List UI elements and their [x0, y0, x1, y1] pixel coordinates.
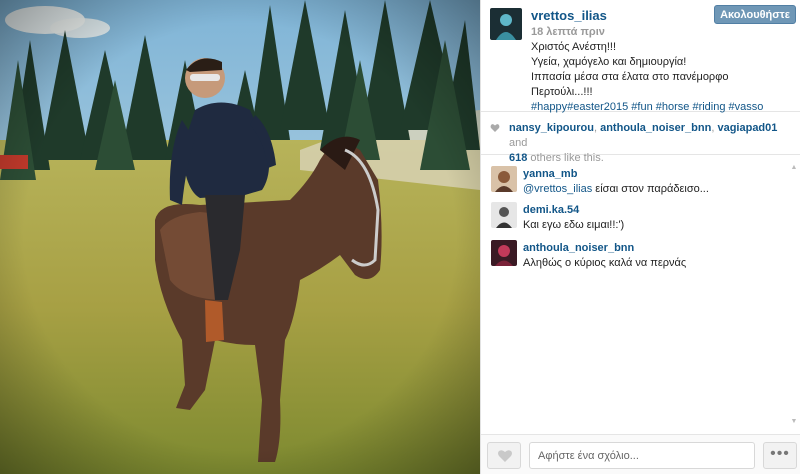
- comment-footer: •••: [481, 434, 800, 474]
- comment-body: είσαι στον παράδεισο...: [592, 183, 709, 195]
- post-caption: Χριστός Ανέστη!!! Υγεία, χαμόγελο και δη…: [531, 40, 791, 115]
- author-avatar[interactable]: [490, 8, 522, 40]
- comment-item: demi.ka.54 Και εγω εδω ειμαι!!:'): [481, 202, 781, 232]
- comments-scrollbar[interactable]: ▲ ▼: [790, 164, 798, 426]
- comment-input[interactable]: [529, 442, 755, 469]
- likes-and: and: [509, 137, 528, 149]
- post-image: [0, 0, 480, 474]
- comment-mention[interactable]: @vrettos_ilias: [523, 183, 592, 195]
- liker-link[interactable]: anthoula_noiser_bnn: [600, 122, 711, 134]
- post-details-panel: vrettos_ilias 18 λεπτά πριν Ακολουθήστε …: [480, 0, 800, 474]
- more-options-button[interactable]: •••: [763, 442, 797, 469]
- comments-list: yanna_mb @vrettos_ilias είσαι στον παράδ…: [481, 156, 800, 432]
- commenter-avatar[interactable]: [491, 202, 517, 228]
- like-button[interactable]: [487, 442, 521, 469]
- comment-text: Αληθώς ο κύριος καλά να περνάς: [523, 257, 687, 269]
- scroll-down-icon[interactable]: ▼: [790, 418, 798, 426]
- caption-line: Ιππασία μέσα στα έλατα στο πανέμορφο Περ…: [531, 71, 729, 98]
- post-header: vrettos_ilias 18 λεπτά πριν Ακολουθήστε …: [481, 0, 800, 115]
- commenter-username[interactable]: demi.ka.54: [523, 204, 579, 216]
- post-timestamp: 18 λεπτά πριν: [531, 26, 605, 38]
- comment-item: yanna_mb @vrettos_ilias είσαι στον παράδ…: [481, 166, 781, 196]
- commenter-username[interactable]: yanna_mb: [523, 168, 577, 180]
- comment-text: Και εγω εδω ειμαι!!:'): [523, 219, 625, 231]
- commenter-username[interactable]: anthoula_noiser_bnn: [523, 242, 634, 254]
- heart-outline-icon: [498, 450, 512, 462]
- comment-item: anthoula_noiser_bnn Αληθώς ο κύριος καλά…: [481, 240, 781, 270]
- author-username[interactable]: vrettos_ilias: [531, 8, 607, 23]
- commenter-avatar[interactable]: [491, 240, 517, 266]
- heart-icon: [490, 124, 500, 132]
- follow-button[interactable]: Ακολουθήστε: [714, 5, 796, 24]
- liker-link[interactable]: nansy_kipourou: [509, 122, 594, 134]
- comment-text: @vrettos_ilias είσαι στον παράδεισο...: [523, 183, 709, 195]
- caption-line: Χριστός Ανέστη!!!: [531, 41, 617, 53]
- likes-section: nansy_kipourou, anthoula_noiser_bnn, vag…: [481, 113, 800, 164]
- commenter-avatar[interactable]: [491, 166, 517, 192]
- scroll-up-icon[interactable]: ▲: [790, 164, 798, 172]
- post-photo[interactable]: [0, 0, 480, 474]
- caption-line: Υγεία, χαμόγελο και δημιουργία!: [531, 56, 687, 68]
- liker-link[interactable]: vagiapad01: [717, 122, 777, 134]
